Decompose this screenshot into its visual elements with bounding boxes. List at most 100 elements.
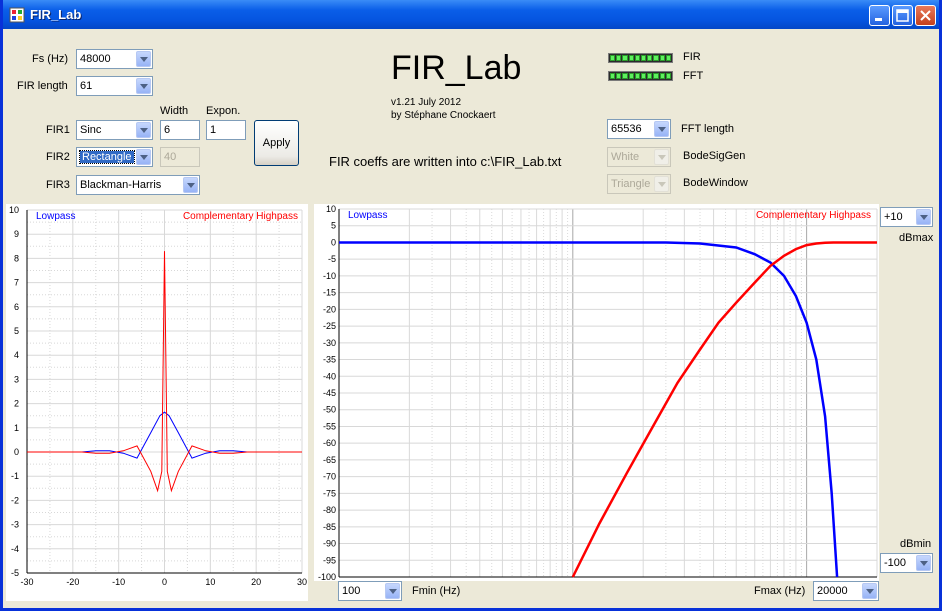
fir1-type-value: Sinc bbox=[80, 124, 102, 136]
fir1-label: FIR1 bbox=[46, 124, 70, 136]
chevron-down-icon[interactable] bbox=[654, 121, 669, 137]
bode-window-combo[interactable]: Triangle bbox=[607, 174, 671, 194]
title-bar[interactable]: FIR_Lab bbox=[3, 0, 939, 29]
dbmax-value: +10 bbox=[884, 211, 903, 223]
chevron-down-icon[interactable] bbox=[654, 176, 669, 192]
fft-meter-label: FFT bbox=[683, 70, 704, 82]
author-text: by Stéphane Cnockaert bbox=[391, 110, 496, 121]
version-text: v1.21 July 2012 bbox=[391, 97, 462, 108]
fft-length-combo[interactable]: 65536 bbox=[607, 119, 671, 139]
y-tick-label: -40 bbox=[323, 371, 336, 381]
fir-length-combo[interactable]: 61 bbox=[76, 76, 153, 96]
minimize-button[interactable] bbox=[869, 5, 890, 26]
chevron-down-icon[interactable] bbox=[654, 149, 669, 165]
y-tick-label: -15 bbox=[323, 288, 336, 298]
y-tick-label: -75 bbox=[323, 488, 336, 498]
y-tick-label: 6 bbox=[14, 302, 19, 312]
dbmin-value: -100 bbox=[884, 557, 907, 569]
fmin-value: 100 bbox=[342, 585, 361, 597]
fir1-expon-input[interactable]: 1 bbox=[206, 120, 246, 140]
chevron-down-icon[interactable] bbox=[385, 583, 400, 599]
close-button[interactable] bbox=[915, 5, 936, 26]
y-tick-label: -90 bbox=[323, 539, 336, 549]
frequency-response-svg: 10 5 0 -5 -10 -15 -20 -25 -30 -35 -40 -45 -50 -55 -60 -… bbox=[318, 204, 878, 582]
fmax-combo[interactable]: 20000 bbox=[813, 581, 879, 601]
y-tick-label: -65 bbox=[323, 455, 336, 465]
fir-length-label: FIR length bbox=[17, 80, 68, 92]
y-tick-label: -4 bbox=[11, 544, 19, 554]
fir1-width-input[interactable]: 6 bbox=[160, 120, 200, 140]
minimize-icon bbox=[875, 18, 882, 21]
frequency-response-chart: 10 5 0 -5 -10 -15 -20 -25 -30 -35 -40 -45 -50 -55 -60 -… bbox=[314, 204, 879, 582]
x-tick-label: -10 bbox=[112, 577, 125, 587]
dbmax-label: dBmax bbox=[899, 232, 934, 244]
maximize-button[interactable] bbox=[892, 5, 913, 26]
y-tick-label: 0 bbox=[14, 447, 19, 457]
fmin-label: Fmin (Hz) bbox=[412, 585, 461, 597]
y-tick-label: -35 bbox=[323, 355, 336, 365]
fmin-combo[interactable]: 100 bbox=[338, 581, 402, 601]
dbmax-combo[interactable]: +10 bbox=[880, 207, 933, 227]
y-tick-label: -20 bbox=[323, 304, 336, 314]
y-tick-label: 8 bbox=[14, 253, 19, 263]
bode-sig-gen-value: White bbox=[611, 151, 640, 163]
chevron-down-icon[interactable] bbox=[136, 78, 151, 94]
y-tick-label: -45 bbox=[323, 388, 336, 398]
fft-level-meter bbox=[608, 71, 673, 81]
chevron-down-icon[interactable] bbox=[136, 122, 151, 138]
x-tick-label: 20 bbox=[251, 577, 261, 587]
y-tick-label: 10 bbox=[326, 204, 336, 214]
bode-sig-gen-combo[interactable]: White bbox=[607, 147, 671, 167]
fir3-label: FIR3 bbox=[46, 179, 70, 191]
x-tick-label: -30 bbox=[20, 577, 33, 587]
dbmin-combo[interactable]: -100 bbox=[880, 553, 933, 573]
dbmin-label: dBmin bbox=[900, 538, 932, 550]
y-tick-label: -55 bbox=[323, 421, 336, 431]
chevron-down-icon[interactable] bbox=[916, 555, 931, 571]
chevron-down-icon[interactable] bbox=[136, 149, 151, 165]
fir3-type-value: Blackman-Harris bbox=[80, 179, 162, 191]
chevron-down-icon[interactable] bbox=[183, 177, 198, 193]
y-tick-label: -2 bbox=[11, 495, 19, 505]
x-tick-label: -20 bbox=[66, 577, 79, 587]
fir2-width-input[interactable]: 40 bbox=[160, 147, 200, 167]
fir1-type-combo[interactable]: Sinc bbox=[76, 120, 153, 140]
x-tick-label: 30 bbox=[297, 577, 307, 587]
fir-length-value: 61 bbox=[80, 80, 93, 92]
expon-header: Expon. bbox=[206, 105, 241, 117]
y-tick-label: 9 bbox=[14, 229, 19, 239]
fir3-type-combo[interactable]: Blackman-Harris bbox=[76, 175, 200, 195]
y-tick-label: 1 bbox=[14, 423, 19, 433]
chevron-down-icon[interactable] bbox=[862, 583, 877, 599]
fir2-type-value: Rectangle bbox=[79, 150, 135, 164]
fmax-value: 20000 bbox=[817, 585, 848, 597]
chevron-down-icon[interactable] bbox=[136, 51, 151, 67]
fmax-label: Fmax (Hz) bbox=[754, 585, 806, 597]
y-tick-label: -70 bbox=[323, 472, 336, 482]
y-tick-label: -50 bbox=[323, 405, 336, 415]
bode-window-label: BodeWindow bbox=[683, 177, 748, 189]
y-tick-label: -10 bbox=[323, 271, 336, 281]
apply-button[interactable]: Apply bbox=[254, 120, 299, 166]
bode-window-value: Triangle bbox=[611, 178, 651, 190]
y-tick-label: -5 bbox=[11, 568, 19, 578]
x-tick-label: 0 bbox=[162, 577, 167, 587]
y-tick-label: 5 bbox=[14, 326, 19, 336]
chevron-down-icon[interactable] bbox=[916, 209, 931, 225]
fir2-type-combo[interactable]: Rectangle bbox=[76, 147, 153, 167]
app-title: FIR_Lab bbox=[391, 49, 522, 87]
app-window: FIR_Lab Fs (Hz) 48000 FIR length 61 Widt… bbox=[0, 0, 942, 611]
fft-length-value: 65536 bbox=[611, 123, 642, 135]
client-area: Fs (Hz) 48000 FIR length 61 Width Expon.… bbox=[3, 29, 939, 608]
fir-meter-label: FIR bbox=[683, 51, 701, 63]
y-tick-label: 3 bbox=[14, 374, 19, 384]
impulse-response-svg: -5-4-3-2-1012345678910-30 -20 -10 0 10 20 30Lo… bbox=[9, 205, 307, 587]
y-tick-label: 2 bbox=[14, 399, 19, 409]
y-tick-label: 10 bbox=[9, 205, 19, 215]
app-icon bbox=[9, 7, 25, 23]
y-tick-label: -25 bbox=[323, 321, 336, 331]
close-icon bbox=[920, 10, 931, 21]
fft-length-label: FFT length bbox=[681, 123, 734, 135]
legend-highpass: Complementary Highpass bbox=[756, 210, 871, 221]
fs-combo[interactable]: 48000 bbox=[76, 49, 153, 69]
